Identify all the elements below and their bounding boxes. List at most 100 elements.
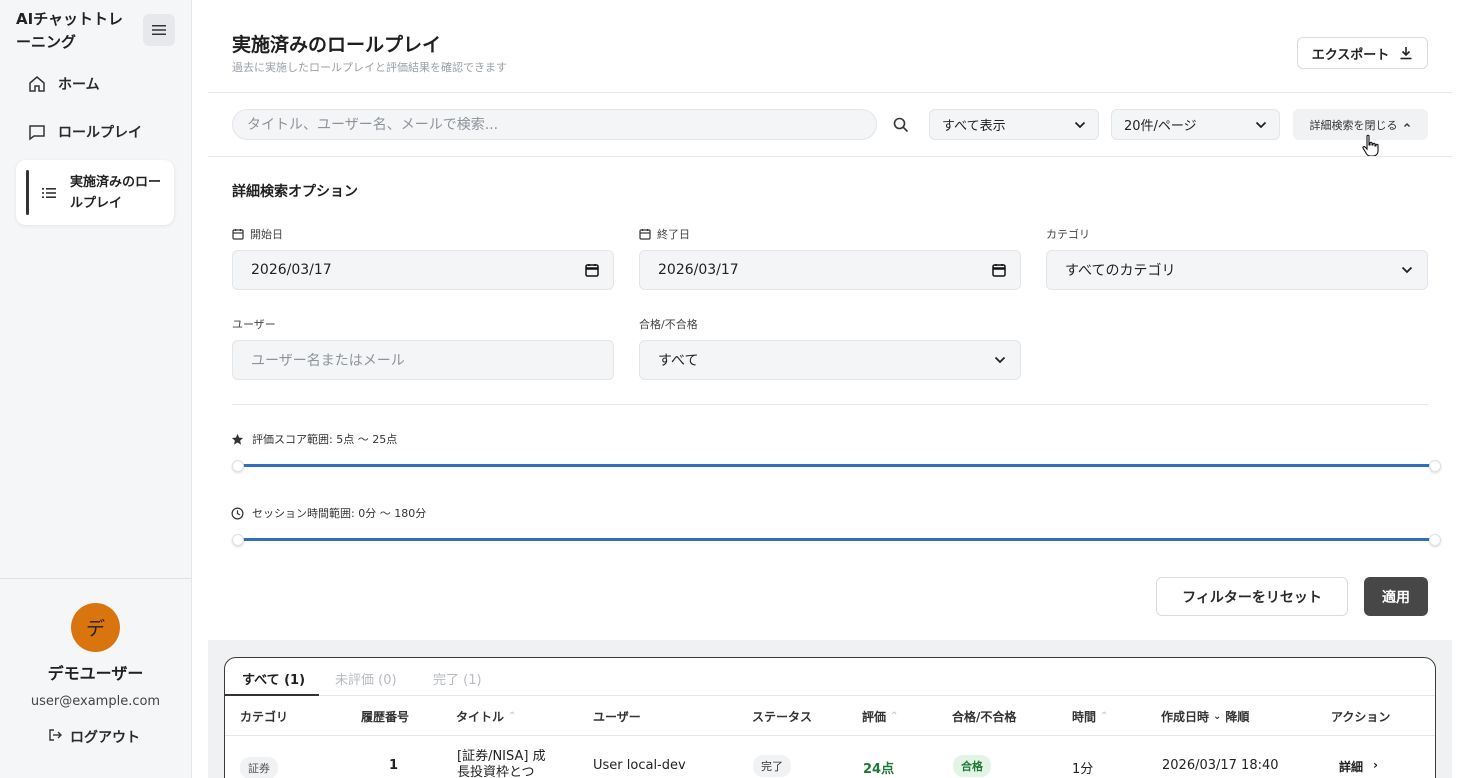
reset-filters-button[interactable]: フィルターをリセット (1156, 577, 1348, 616)
chat-icon (28, 123, 46, 141)
sort-desc-icon: ⌄ (1213, 711, 1222, 722)
column-pass: 合格/不合格 (952, 710, 1017, 724)
column-action: アクション (1331, 710, 1391, 724)
pass-badge: 合格 (953, 755, 991, 777)
score-value: 24点 (863, 762, 895, 777)
sidebar-divider (0, 578, 191, 579)
created-value: 2026/03/17 18:40 (1162, 758, 1279, 773)
calendar-icon[interactable] (585, 263, 599, 277)
column-time[interactable]: 時間 ⌃ (1072, 708, 1108, 725)
chevron-up-icon (1403, 122, 1410, 127)
column-score[interactable]: 評価 ⌃ (862, 708, 898, 725)
chevron-down-icon (1074, 121, 1086, 128)
download-icon (1400, 47, 1412, 60)
tab-completed[interactable]: 完了 (1) (433, 669, 482, 688)
start-date-label: 開始日 (232, 226, 283, 242)
page-title: 実施済みのロールプレイ (232, 34, 442, 56)
chevron-right-icon: › (1373, 758, 1378, 772)
home-icon (28, 75, 46, 93)
sidebar-item-label: ロールプレイ (58, 125, 142, 141)
column-title[interactable]: タイトル ⌃ (456, 708, 516, 725)
search-icon[interactable] (892, 116, 910, 134)
avatar: デ (71, 603, 120, 652)
score-range-max-handle[interactable] (1429, 460, 1441, 472)
user-filter-label-text: ユーザー (232, 318, 276, 331)
logout-icon (48, 728, 62, 746)
logout-label: ログアウト (70, 730, 140, 746)
end-date-field[interactable]: 2026/03/17 (639, 250, 1021, 290)
column-user: ユーザー (593, 710, 641, 724)
active-indicator (26, 170, 29, 215)
sort-icon: ⌃ (1100, 711, 1109, 722)
time-range-text: セッション時間範囲: 0分 〜 180分 (252, 507, 427, 520)
column-created[interactable]: 作成日時 ⌄ 降順 (1161, 708, 1249, 725)
time-range-max-handle[interactable] (1429, 534, 1441, 546)
status-filter-value: すべて表示 (942, 119, 1006, 134)
history-number: 1 (389, 758, 399, 773)
column-number: 履歴番号 (361, 710, 410, 724)
sidebar-toggle-button[interactable] (143, 14, 175, 46)
chevron-down-icon (994, 356, 1006, 364)
start-date-value: 2026/03/17 (251, 262, 332, 278)
category-label-text: カテゴリ (1046, 228, 1090, 241)
end-date-value: 2026/03/17 (658, 262, 739, 278)
result-tabs: すべて (1) 未評価 (0) 完了 (1) (225, 658, 1435, 696)
tab-all[interactable]: すべて (1) (242, 669, 305, 688)
row-user: User local-dev (593, 758, 686, 773)
detail-link[interactable]: 詳細 › (1339, 758, 1378, 775)
pass-filter-label-text: 合格/不合格 (639, 318, 698, 331)
per-page-select[interactable]: 20件/ページ (1111, 109, 1280, 140)
page-subtitle: 過去に実施したロールプレイと評価結果を確認できます (232, 61, 507, 74)
pass-filter-select[interactable]: すべて (639, 340, 1021, 380)
user-filter-placeholder: ユーザー名またはメール (251, 353, 405, 369)
end-date-label-text: 終了日 (657, 228, 690, 241)
sort-icon: ⌃ (890, 711, 899, 722)
roleplay-title[interactable]: [証券/NISA] 成長投資枠とつ (457, 749, 557, 778)
column-status: ステータス (752, 710, 813, 724)
sidebar: AIチャットトレーニング ホーム ロールプレイ 実施済みのロールプレイ デ デモ… (0, 0, 192, 778)
start-date-label-text: 開始日 (250, 228, 283, 241)
tab-unevaluated[interactable]: 未評価 (0) (335, 669, 397, 688)
advanced-toggle-label: 詳細検索を閉じる (1309, 118, 1398, 132)
category-badge: 証券 (240, 757, 278, 778)
status-filter-select[interactable]: すべて表示 (929, 109, 1099, 140)
end-date-label: 終了日 (639, 226, 690, 242)
time-range-slider[interactable] (238, 538, 1434, 541)
divider (208, 156, 1452, 157)
export-button[interactable]: エクスポート (1297, 37, 1428, 69)
score-range-slider[interactable] (238, 464, 1434, 467)
user-filter-input[interactable]: ユーザー名またはメール (232, 340, 614, 380)
sort-icon: ⌃ (508, 711, 517, 722)
chevron-down-icon (1255, 121, 1267, 128)
star-icon (231, 433, 244, 445)
hand-cursor-icon (1362, 134, 1379, 157)
calendar-icon[interactable] (992, 263, 1006, 277)
divider (232, 404, 1428, 405)
search-input[interactable] (232, 109, 877, 140)
score-range-min-handle[interactable] (232, 460, 244, 472)
time-range-min-handle[interactable] (232, 534, 244, 546)
apply-button[interactable]: 適用 (1364, 577, 1428, 616)
results-table: すべて (1) 未評価 (0) 完了 (1) カテゴリ 履歴番号 タイトル ⌃ ユ… (224, 657, 1436, 778)
advanced-search-title: 詳細検索オプション (232, 184, 358, 200)
pass-filter-value: すべて (658, 353, 699, 369)
sidebar-item-label: ホーム (58, 77, 100, 93)
category-select[interactable]: すべてのカテゴリ (1046, 250, 1428, 290)
app-title: AIチャットトレーニング (16, 10, 124, 51)
sidebar-item-roleplay[interactable]: ロールプレイ (16, 110, 174, 154)
pass-filter-label: 合格/不合格 (639, 316, 698, 332)
calendar-icon (232, 229, 244, 240)
category-label: カテゴリ (1046, 226, 1090, 242)
per-page-value: 20件/ページ (1124, 119, 1197, 134)
sidebar-item-label: 実施済みのロールプレイ (70, 175, 162, 211)
calendar-icon (639, 229, 651, 240)
logout-button[interactable]: ログアウト (48, 727, 140, 747)
clock-icon (231, 507, 244, 519)
sidebar-item-home[interactable]: ホーム (16, 62, 174, 106)
user-email: user@example.com (30, 694, 161, 709)
category-value: すべてのカテゴリ (1065, 263, 1176, 279)
sidebar-item-completed-roleplay[interactable]: 実施済みのロールプレイ (16, 160, 174, 225)
hamburger-icon (152, 25, 166, 35)
start-date-field[interactable]: 2026/03/17 (232, 250, 614, 290)
sort-order-label: 降順 (1225, 710, 1250, 724)
